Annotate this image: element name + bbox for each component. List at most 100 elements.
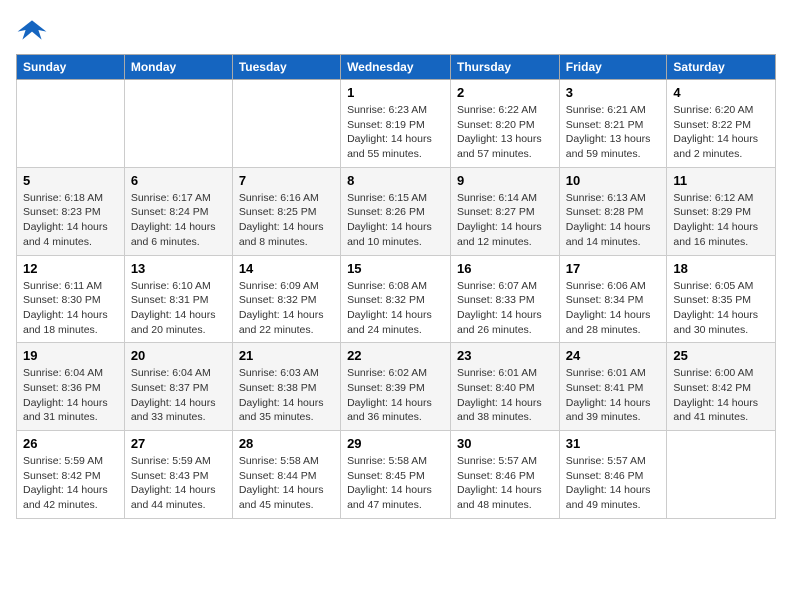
day-info: Sunrise: 5:59 AMSunset: 8:42 PMDaylight:…: [23, 454, 118, 513]
day-number: 4: [673, 85, 769, 100]
day-info: Sunrise: 6:22 AMSunset: 8:20 PMDaylight:…: [457, 103, 553, 162]
day-info: Sunrise: 6:17 AMSunset: 8:24 PMDaylight:…: [131, 191, 226, 250]
calendar-cell: 6Sunrise: 6:17 AMSunset: 8:24 PMDaylight…: [124, 167, 232, 255]
weekday-header-friday: Friday: [559, 55, 667, 80]
day-number: 27: [131, 436, 226, 451]
day-info: Sunrise: 5:57 AMSunset: 8:46 PMDaylight:…: [566, 454, 661, 513]
day-number: 9: [457, 173, 553, 188]
day-number: 12: [23, 261, 118, 276]
day-info: Sunrise: 6:16 AMSunset: 8:25 PMDaylight:…: [239, 191, 334, 250]
day-number: 21: [239, 348, 334, 363]
calendar-week-2: 5 Sunrise: 6:18 AMSunset: 8:23 PMDaylight…: [17, 167, 776, 255]
day-number: 10: [566, 173, 661, 188]
calendar-week-3: 12 Sunrise: 6:11 AMSunset: 8:30 PMDayligh…: [17, 255, 776, 343]
calendar-cell: 8 Sunrise: 6:15 AMSunset: 8:26 PMDaylight…: [341, 167, 451, 255]
day-info: Sunrise: 6:10 AMSunset: 8:31 PMDaylight:…: [131, 279, 226, 338]
weekday-header-thursday: Thursday: [451, 55, 560, 80]
calendar-cell: 14 Sunrise: 6:09 AMSunset: 8:32 PMDayligh…: [232, 255, 340, 343]
calendar-cell: 18 Sunrise: 6:05 AMSunset: 8:35 PMDayligh…: [667, 255, 776, 343]
weekday-header-sunday: Sunday: [17, 55, 125, 80]
calendar-cell: 11 Sunrise: 6:12 AMSunset: 8:29 PMDayligh…: [667, 167, 776, 255]
calendar-week-1: 1Sunrise: 6:23 AMSunset: 8:19 PMDaylight…: [17, 80, 776, 168]
day-number: 22: [347, 348, 444, 363]
day-number: 7: [239, 173, 334, 188]
day-info: Sunrise: 6:18 AMSunset: 8:23 PMDaylight:…: [23, 191, 118, 250]
day-info: Sunrise: 6:21 AMSunset: 8:21 PMDaylight:…: [566, 103, 661, 162]
calendar-cell: 3Sunrise: 6:21 AMSunset: 8:21 PMDaylight…: [559, 80, 667, 168]
calendar-cell: 4 Sunrise: 6:20 AMSunset: 8:22 PMDaylight…: [667, 80, 776, 168]
weekday-header-wednesday: Wednesday: [341, 55, 451, 80]
calendar-cell: 30 Sunrise: 5:57 AMSunset: 8:46 PMDayligh…: [451, 431, 560, 519]
calendar-cell: 29 Sunrise: 5:58 AMSunset: 8:45 PMDayligh…: [341, 431, 451, 519]
calendar-cell: 20 Sunrise: 6:04 AMSunset: 8:37 PMDayligh…: [124, 343, 232, 431]
calendar-cell: 2Sunrise: 6:22 AMSunset: 8:20 PMDaylight…: [451, 80, 560, 168]
day-info: Sunrise: 5:58 AMSunset: 8:45 PMDaylight:…: [347, 454, 444, 513]
day-number: 20: [131, 348, 226, 363]
day-number: 13: [131, 261, 226, 276]
day-info: Sunrise: 6:01 AMSunset: 8:41 PMDaylight:…: [566, 366, 661, 425]
calendar-cell: 23 Sunrise: 6:01 AMSunset: 8:40 PMDayligh…: [451, 343, 560, 431]
weekday-header-tuesday: Tuesday: [232, 55, 340, 80]
day-number: 30: [457, 436, 553, 451]
day-info: Sunrise: 5:57 AMSunset: 8:46 PMDaylight:…: [457, 454, 553, 513]
day-info: Sunrise: 6:11 AMSunset: 8:30 PMDaylight:…: [23, 279, 118, 338]
calendar-cell: [124, 80, 232, 168]
day-info: Sunrise: 6:06 AMSunset: 8:34 PMDaylight:…: [566, 279, 661, 338]
day-info: Sunrise: 6:00 AMSunset: 8:42 PMDaylight:…: [673, 366, 769, 425]
calendar-cell: [17, 80, 125, 168]
day-number: 8: [347, 173, 444, 188]
calendar-cell: 16 Sunrise: 6:07 AMSunset: 8:33 PMDayligh…: [451, 255, 560, 343]
calendar-cell: 12 Sunrise: 6:11 AMSunset: 8:30 PMDayligh…: [17, 255, 125, 343]
day-number: 15: [347, 261, 444, 276]
day-info: Sunrise: 6:09 AMSunset: 8:32 PMDaylight:…: [239, 279, 334, 338]
day-info: Sunrise: 5:58 AMSunset: 8:44 PMDaylight:…: [239, 454, 334, 513]
calendar-cell: 19Sunrise: 6:04 AMSunset: 8:36 PMDayligh…: [17, 343, 125, 431]
day-info: Sunrise: 6:23 AMSunset: 8:19 PMDaylight:…: [347, 103, 444, 162]
calendar-cell: 21Sunrise: 6:03 AMSunset: 8:38 PMDayligh…: [232, 343, 340, 431]
calendar-cell: 27 Sunrise: 5:59 AMSunset: 8:43 PMDayligh…: [124, 431, 232, 519]
day-info: Sunrise: 6:01 AMSunset: 8:40 PMDaylight:…: [457, 366, 553, 425]
calendar-cell: 10 Sunrise: 6:13 AMSunset: 8:28 PMDayligh…: [559, 167, 667, 255]
calendar-cell: 24Sunrise: 6:01 AMSunset: 8:41 PMDayligh…: [559, 343, 667, 431]
day-info: Sunrise: 6:15 AMSunset: 8:26 PMDaylight:…: [347, 191, 444, 250]
day-number: 16: [457, 261, 553, 276]
calendar-cell: 26 Sunrise: 5:59 AMSunset: 8:42 PMDayligh…: [17, 431, 125, 519]
day-info: Sunrise: 6:05 AMSunset: 8:35 PMDaylight:…: [673, 279, 769, 338]
day-info: Sunrise: 6:07 AMSunset: 8:33 PMDaylight:…: [457, 279, 553, 338]
weekday-header-saturday: Saturday: [667, 55, 776, 80]
logo: [16, 16, 52, 44]
day-number: 18: [673, 261, 769, 276]
calendar-cell: 15 Sunrise: 6:08 AMSunset: 8:32 PMDayligh…: [341, 255, 451, 343]
calendar-cell: 1Sunrise: 6:23 AMSunset: 8:19 PMDaylight…: [341, 80, 451, 168]
day-info: Sunrise: 6:20 AMSunset: 8:22 PMDaylight:…: [673, 103, 769, 162]
day-info: Sunrise: 6:12 AMSunset: 8:29 PMDaylight:…: [673, 191, 769, 250]
weekday-row: SundayMondayTuesdayWednesdayThursdayFrid…: [17, 55, 776, 80]
calendar-cell: 22Sunrise: 6:02 AMSunset: 8:39 PMDayligh…: [341, 343, 451, 431]
page-header: [16, 16, 776, 44]
calendar-cell: 28Sunrise: 5:58 AMSunset: 8:44 PMDayligh…: [232, 431, 340, 519]
calendar-cell: 5 Sunrise: 6:18 AMSunset: 8:23 PMDaylight…: [17, 167, 125, 255]
day-number: 29: [347, 436, 444, 451]
calendar-week-5: 26 Sunrise: 5:59 AMSunset: 8:42 PMDayligh…: [17, 431, 776, 519]
day-number: 23: [457, 348, 553, 363]
day-info: Sunrise: 6:13 AMSunset: 8:28 PMDaylight:…: [566, 191, 661, 250]
day-number: 25: [673, 348, 769, 363]
day-number: 31: [566, 436, 661, 451]
calendar-cell: 7 Sunrise: 6:16 AMSunset: 8:25 PMDaylight…: [232, 167, 340, 255]
weekday-header-monday: Monday: [124, 55, 232, 80]
calendar-cell: 9Sunrise: 6:14 AMSunset: 8:27 PMDaylight…: [451, 167, 560, 255]
day-number: 5: [23, 173, 118, 188]
day-number: 11: [673, 173, 769, 188]
day-info: Sunrise: 6:04 AMSunset: 8:37 PMDaylight:…: [131, 366, 226, 425]
day-info: Sunrise: 6:04 AMSunset: 8:36 PMDaylight:…: [23, 366, 118, 425]
day-info: Sunrise: 6:08 AMSunset: 8:32 PMDaylight:…: [347, 279, 444, 338]
calendar-week-4: 19Sunrise: 6:04 AMSunset: 8:36 PMDayligh…: [17, 343, 776, 431]
calendar-header: SundayMondayTuesdayWednesdayThursdayFrid…: [17, 55, 776, 80]
logo-icon: [16, 16, 48, 44]
calendar-cell: 13 Sunrise: 6:10 AMSunset: 8:31 PMDayligh…: [124, 255, 232, 343]
day-number: 26: [23, 436, 118, 451]
calendar-cell: 17Sunrise: 6:06 AMSunset: 8:34 PMDayligh…: [559, 255, 667, 343]
calendar-body: 1Sunrise: 6:23 AMSunset: 8:19 PMDaylight…: [17, 80, 776, 519]
day-info: Sunrise: 5:59 AMSunset: 8:43 PMDaylight:…: [131, 454, 226, 513]
day-number: 14: [239, 261, 334, 276]
